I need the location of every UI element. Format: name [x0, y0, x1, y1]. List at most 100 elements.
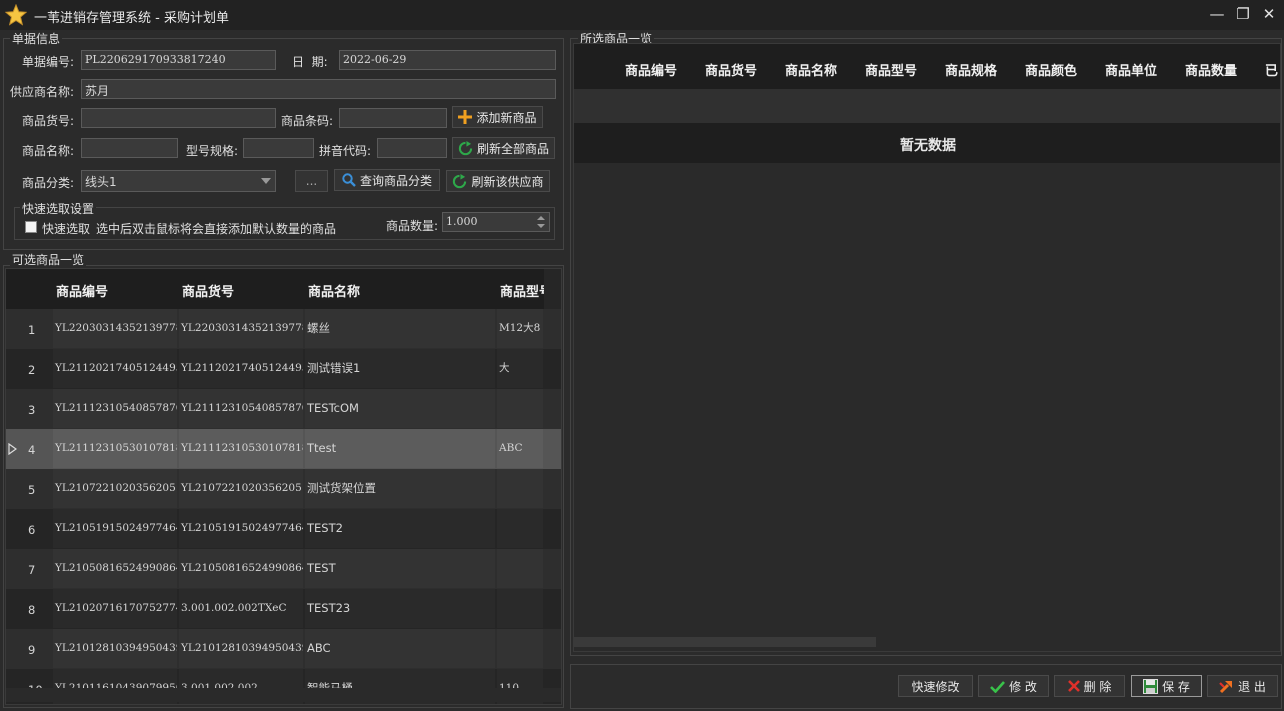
row-number: 6 — [28, 523, 36, 537]
cell-model[interactable] — [497, 469, 543, 508]
sel-col-model[interactable]: 商品型号 — [865, 60, 917, 79]
restore-button[interactable]: ❐ — [1231, 4, 1255, 24]
cell-name[interactable]: TESTcOM — [305, 389, 495, 428]
pinyin-input[interactable] — [377, 138, 447, 158]
search-icon — [342, 173, 356, 187]
table-row[interactable]: 7 YL210508165249908642 YL21050816524990864… — [6, 549, 561, 589]
quick-select-hint: 选中后双击鼠标将会直接添加默认数量的商品 — [96, 222, 337, 236]
delete-button[interactable]: 删 除 — [1054, 675, 1125, 697]
add-product-button[interactable]: 添加新商品 — [452, 106, 543, 128]
cell-name[interactable]: TEST23 — [305, 589, 495, 628]
refresh-supplier-label: 刷新该供应商 — [471, 174, 544, 189]
sel-col-color[interactable]: 商品颜色 — [1025, 60, 1077, 79]
minimize-button[interactable]: — — [1205, 4, 1229, 24]
item-no-input[interactable] — [81, 108, 276, 128]
selected-hscroll-track[interactable] — [574, 635, 1280, 649]
name-input[interactable] — [81, 138, 178, 158]
cell-name[interactable]: 螺丝 — [305, 309, 495, 348]
cell-item-no[interactable]: YL210519150249774641 — [179, 509, 303, 548]
cell-model[interactable] — [497, 389, 543, 428]
refresh-all-label: 刷新全部商品 — [476, 141, 549, 156]
table-row[interactable]: 6 YL210519150249774641 YL21051915024977464… — [6, 509, 561, 549]
selected-blank-row — [574, 89, 1280, 123]
cell-code[interactable]: YL210722102035620517 — [53, 469, 177, 508]
cell-item-no[interactable]: YL211123105408578763 — [179, 389, 303, 428]
table-row[interactable]: 5 YL210722102035620517 YL21072210203562051… — [6, 469, 561, 509]
cell-model[interactable]: M12大8 — [497, 309, 543, 348]
col-header-item-no[interactable]: 商品货号 — [182, 281, 234, 300]
selected-hscroll-thumb[interactable] — [574, 637, 876, 647]
cell-model[interactable] — [497, 589, 543, 628]
sel-col-item-no[interactable]: 商品货号 — [705, 60, 757, 79]
cell-item-no[interactable]: YL211123105301078189 — [179, 429, 303, 468]
stepper-arrows-icon[interactable] — [537, 215, 545, 229]
empty-data-text: 暂无数据 — [900, 138, 956, 154]
horizontal-scroll-track[interactable] — [6, 688, 561, 702]
cell-name[interactable]: TEST — [305, 549, 495, 588]
cell-item-no[interactable]: YL210128103949504394 — [179, 629, 303, 668]
col-header-code[interactable]: 商品编号 — [56, 281, 108, 300]
barcode-input[interactable] — [339, 108, 447, 128]
table-row[interactable]: 8 YL210207161707527744 3.001.002.002TXeC TE… — [6, 589, 561, 629]
quick-edit-button[interactable]: 快速修改 — [898, 675, 973, 697]
date-field[interactable]: 2022-06-29 — [339, 50, 556, 70]
category-ellipsis-button[interactable]: ... — [295, 170, 328, 192]
cell-item-no[interactable]: 3.001.002.002TXeC — [179, 589, 303, 628]
sel-col-unit[interactable]: 商品单位 — [1105, 60, 1157, 79]
exit-button[interactable]: 退 出 — [1207, 675, 1278, 697]
cell-name[interactable]: Ttest — [305, 429, 495, 468]
cell-item-no[interactable]: YL210508165249908642 — [179, 549, 303, 588]
sel-col-name[interactable]: 商品名称 — [785, 60, 837, 79]
quick-select-checkbox[interactable] — [25, 221, 37, 233]
cell-model[interactable] — [497, 629, 543, 668]
query-category-button[interactable]: 查询商品分类 — [334, 169, 440, 191]
cell-code[interactable]: YL211202174051244955 — [53, 349, 177, 388]
refresh-supplier-button[interactable]: 刷新该供应商 — [446, 170, 550, 192]
edit-button[interactable]: 修 改 — [978, 675, 1049, 697]
close-button[interactable]: ✕ — [1257, 4, 1281, 24]
table-row[interactable]: 9 YL210128103949504394 YL21012810394950439… — [6, 629, 561, 669]
empty-row: 暂无数据 — [574, 123, 1280, 163]
bill-no-field[interactable]: PL220629170933817240 — [81, 50, 276, 70]
refresh-icon — [458, 140, 473, 155]
supplier-field[interactable]: 苏月 — [81, 79, 556, 99]
cell-name[interactable]: TEST2 — [305, 509, 495, 548]
cell-model[interactable]: 大 — [497, 349, 543, 388]
refresh-all-button[interactable]: 刷新全部商品 — [452, 137, 555, 159]
table-row[interactable]: 4 YL211123105301078189 YL21112310530107818… — [6, 429, 561, 469]
col-header-name[interactable]: 商品名称 — [308, 281, 360, 300]
cell-code[interactable]: YL211123105301078189 — [53, 429, 177, 468]
sel-col-more[interactable]: 已 — [1265, 60, 1280, 79]
cell-name[interactable]: 测试错误1 — [305, 349, 495, 388]
cell-model[interactable]: ABC — [497, 429, 543, 468]
cell-name[interactable]: ABC — [305, 629, 495, 668]
available-grid[interactable]: 商品编号 商品货号 商品名称 商品型号 1 YL22030314352139778… — [5, 268, 562, 705]
cell-code[interactable]: YL220303143521397786 — [53, 309, 177, 348]
cell-model[interactable] — [497, 549, 543, 588]
sel-col-code[interactable]: 商品编号 — [625, 60, 677, 79]
table-row[interactable]: 2 YL211202174051244955 YL21120217405124495… — [6, 349, 561, 389]
cell-item-no[interactable]: YL210722102035620517 — [179, 469, 303, 508]
cell-code[interactable]: YL210207161707527744 — [53, 589, 177, 628]
cell-item-no[interactable]: YL220303143521397786 — [179, 309, 303, 348]
sel-col-quantity[interactable]: 商品数量 — [1185, 60, 1237, 79]
chevron-down-icon — [261, 178, 271, 184]
cell-code[interactable]: YL210508165249908642 — [53, 549, 177, 588]
cell-code[interactable]: YL210519150249774641 — [53, 509, 177, 548]
cell-name[interactable]: 测试货架位置 — [305, 469, 495, 508]
sel-col-spec[interactable]: 商品规格 — [945, 60, 997, 79]
cell-item-no[interactable]: YL211202174051244955 — [179, 349, 303, 388]
col-header-model[interactable]: 商品型号 — [500, 281, 544, 300]
category-select[interactable]: 线头1 — [81, 170, 276, 192]
quantity-stepper[interactable]: 1.000 — [442, 212, 550, 232]
table-row[interactable]: 1 YL220303143521397786 YL22030314352139778… — [6, 309, 561, 349]
cell-code[interactable]: YL211123105408578763 — [53, 389, 177, 428]
table-row[interactable]: 3 YL211123105408578763 YL21112310540857876… — [6, 389, 561, 429]
cell-code[interactable]: YL210128103949504394 — [53, 629, 177, 668]
selected-grid[interactable]: 商品编号 商品货号 商品名称 商品型号 商品规格 商品颜色 商品单位 商品数量 … — [573, 43, 1281, 652]
quick-select-checkbox-label: 快速选取 — [42, 222, 91, 236]
row-number: 9 — [28, 643, 36, 657]
spec-input[interactable] — [243, 138, 314, 158]
save-button[interactable]: 保 存 — [1131, 675, 1202, 697]
cell-model[interactable] — [497, 509, 543, 548]
